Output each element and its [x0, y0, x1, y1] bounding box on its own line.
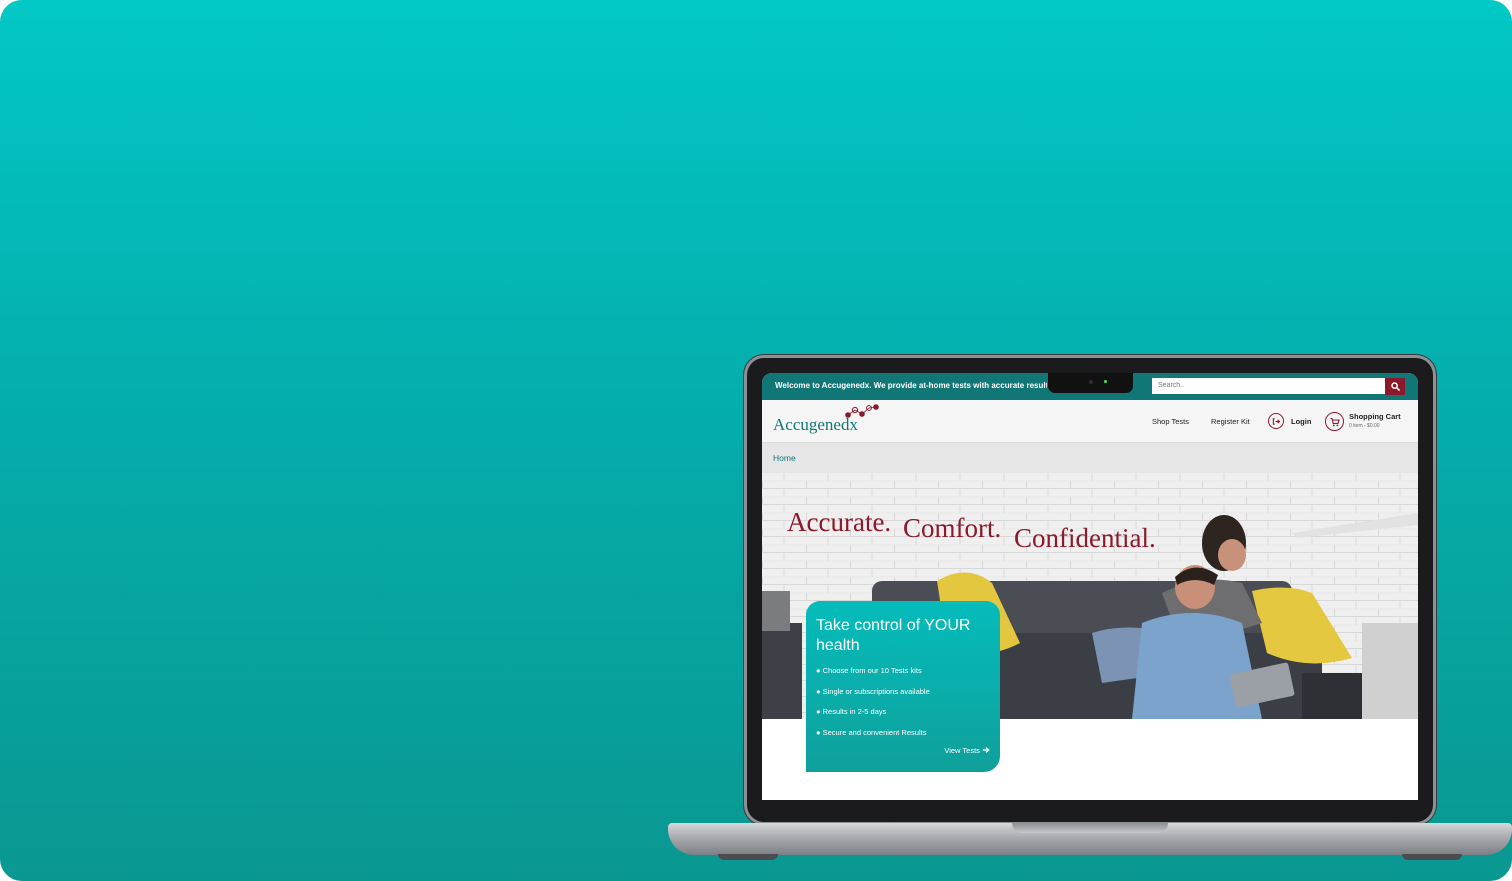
laptop-foot-left [718, 854, 778, 860]
hero-tagline-confidential: Confidential. [1014, 523, 1156, 553]
promo-card-bullet: ● Choose from our 10 Tests kits [816, 666, 922, 675]
promo-card: Take control of YOUR health ● Choose fro… [806, 601, 1000, 772]
camera-notch [1048, 373, 1133, 393]
cart-summary: 0 item - $0.00 [1349, 423, 1380, 429]
site-logo[interactable]: Accugenedx [773, 403, 883, 439]
laptop-foot-right [1402, 854, 1462, 860]
promo-card-bullet: ● Results in 2-5 days [816, 707, 887, 716]
breadcrumb-bar: Home [762, 443, 1418, 473]
cart-icon[interactable] [1325, 412, 1344, 431]
site-header: Accugenedx Shop Tests Register Kit Login… [762, 400, 1418, 443]
search-icon [1390, 382, 1400, 391]
login-icon[interactable] [1268, 413, 1284, 429]
promo-card-list: ● Choose from our 10 Tests kits ● Single… [816, 666, 930, 748]
cart-label[interactable]: Shopping Cart [1349, 412, 1401, 421]
nav-login[interactable]: Login [1291, 417, 1311, 426]
nav-register-kit[interactable]: Register Kit [1211, 417, 1250, 426]
hero-tagline-comfort: Comfort. [903, 513, 1002, 543]
promo-card-title: Take control of YOUR health [816, 617, 971, 654]
laptop-base-groove [1012, 823, 1168, 833]
camera-lens [1089, 380, 1093, 384]
promo-card-bullet: ● Single or subscriptions available [816, 686, 930, 696]
view-tests-link[interactable]: View Tests [944, 746, 990, 755]
arrow-right-icon [982, 747, 990, 753]
search-button[interactable] [1385, 378, 1405, 395]
laptop-screen: Welcome to Accugenedx. We provide at-hom… [762, 373, 1418, 800]
logo-text: Accugenedx [773, 415, 858, 434]
hero-tagline-accurate: Accurate. [787, 507, 892, 537]
promo-card-bullet: ● Secure and convenient Results [816, 727, 927, 737]
breadcrumb-home[interactable]: Home [773, 453, 796, 463]
search-input[interactable] [1152, 378, 1385, 394]
nav-shop-tests[interactable]: Shop Tests [1152, 417, 1189, 426]
camera-led [1104, 380, 1107, 383]
welcome-message: Welcome to Accugenedx. We provide at-hom… [775, 381, 1047, 390]
